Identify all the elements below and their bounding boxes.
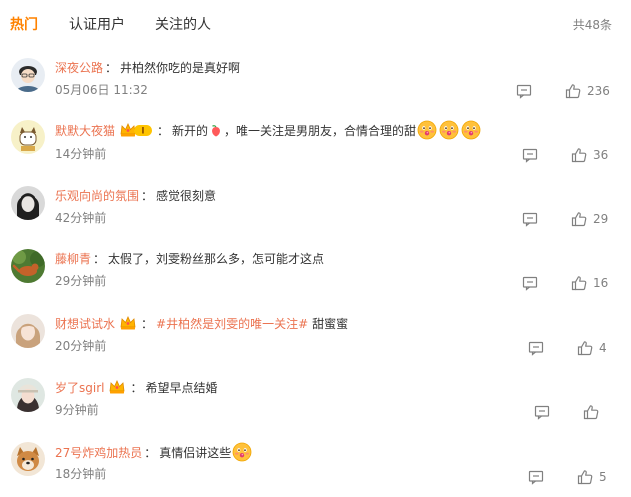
peach-emoji xyxy=(212,125,220,137)
tab-following[interactable]: 关注的人 xyxy=(155,15,211,35)
comment-text: 井柏然你吃的是真好啊 xyxy=(120,61,241,75)
comment-item: 27号炸鸡加热员：真情侣讲这些 18分钟前 5 xyxy=(0,442,631,497)
comment-content: 岁了sgirl ：希望早点结婚 xyxy=(55,378,611,398)
comment-time: 20分钟前 xyxy=(55,339,107,353)
thumbs-up-icon xyxy=(577,340,593,356)
comment-time: 18分钟前 xyxy=(55,467,107,481)
comment-text: 希望早点结婚 xyxy=(145,381,218,395)
comment-text: 太假了，刘雯粉丝那么多，怎可能才这点 xyxy=(108,252,325,266)
comment-content: 深夜公路：井柏然你吃的是真好啊 xyxy=(55,58,611,78)
comment-item: 乐观向尚的氛围：感觉很刻意 42分钟前 29 xyxy=(0,186,631,250)
flushed-face-emoji xyxy=(232,442,252,462)
crown-badge-icon: I xyxy=(120,123,153,137)
comment-content: 默默大夜猫 I ：新开的 ，唯一关注是男朋友，合情合理的甜 xyxy=(55,120,611,140)
tab-hot[interactable]: 热门 xyxy=(10,15,38,35)
tab-verified-users[interactable]: 认证用户 xyxy=(69,15,125,35)
colon: ： xyxy=(141,189,154,203)
thumbs-up-icon xyxy=(571,211,587,227)
username[interactable]: 27号炸鸡加热员 xyxy=(55,446,142,460)
comment-time: 29分钟前 xyxy=(55,274,107,288)
flushed-face-emoji xyxy=(417,120,437,140)
comment-tabs: 热门 认证用户 关注的人 共48条 xyxy=(0,0,631,48)
avatar[interactable] xyxy=(11,58,45,92)
username[interactable]: 深夜公路 xyxy=(55,61,103,75)
comment-content: 乐观向尚的氛围：感觉很刻意 xyxy=(55,186,611,206)
avatar[interactable] xyxy=(11,120,45,154)
comment-text: ，唯一关注是男朋友，合情合理的甜 xyxy=(224,124,417,138)
colon: ： xyxy=(141,317,154,331)
comment-content: 藤柳青：太假了，刘雯粉丝那么多，怎可能才这点 xyxy=(55,249,611,269)
thumbs-up-icon xyxy=(571,275,587,291)
crown-badge-icon xyxy=(108,378,126,396)
colon: ： xyxy=(93,252,106,266)
avatar[interactable] xyxy=(11,378,45,412)
flushed-face-emoji xyxy=(461,120,481,140)
hashtag-link[interactable]: #井柏然是刘雯的唯一关注# xyxy=(156,317,308,331)
colon: ： xyxy=(157,124,170,138)
avatar[interactable] xyxy=(11,249,45,283)
like-count: 29 xyxy=(593,212,609,226)
thumbs-up-icon xyxy=(565,83,581,99)
comment-icon xyxy=(522,275,538,291)
comment-time: 05月06日 11:32 xyxy=(55,83,148,97)
comment-item: 默默大夜猫 I ：新开的 ，唯一关注是男朋友，合情合理的甜 14分钟前 36 xyxy=(0,120,631,184)
reply-button[interactable] xyxy=(528,469,544,485)
like-count: 36 xyxy=(593,148,609,162)
comment-time: 14分钟前 xyxy=(55,147,107,161)
comment-item: 岁了sgirl ：希望早点结婚 9分钟前 xyxy=(0,378,631,442)
comment-text: 甜蜜蜜 xyxy=(312,317,349,331)
avatar[interactable] xyxy=(11,314,45,348)
thumbs-up-icon xyxy=(571,147,587,163)
crown-badge-icon xyxy=(119,314,137,332)
comment-icon xyxy=(522,211,538,227)
reply-button[interactable] xyxy=(528,340,544,356)
like-count: 5 xyxy=(599,470,607,484)
username[interactable]: 岁了sgirl xyxy=(55,381,104,395)
comment-content: 财想试试水 ： #井柏然是刘雯的唯一关注# 甜蜜蜜 xyxy=(55,314,611,334)
like-button[interactable]: 5 xyxy=(577,469,607,485)
comment-text: 感觉很刻意 xyxy=(156,189,217,203)
flushed-face-emoji xyxy=(439,120,459,140)
avatar[interactable] xyxy=(11,442,45,476)
comment-item: 深夜公路：井柏然你吃的是真好啊 05月06日 11:32 236 xyxy=(0,58,631,122)
reply-button[interactable] xyxy=(522,211,538,227)
colon: ： xyxy=(130,381,143,395)
like-button[interactable] xyxy=(583,404,605,420)
reply-button[interactable] xyxy=(516,83,532,99)
like-count: 4 xyxy=(599,341,607,355)
comment-text: 新开的 xyxy=(172,124,209,138)
like-button[interactable]: 236 xyxy=(565,83,610,99)
reply-button[interactable] xyxy=(534,404,550,420)
comment-icon xyxy=(516,83,532,99)
comment-count: 共48条 xyxy=(572,18,612,32)
username[interactable]: 藤柳青 xyxy=(55,252,91,266)
colon: ： xyxy=(144,446,157,460)
reply-button[interactable] xyxy=(522,275,538,291)
comment-content: 27号炸鸡加热员：真情侣讲这些 xyxy=(55,442,611,462)
thumbs-up-icon xyxy=(577,469,593,485)
username[interactable]: 财想试试水 xyxy=(55,317,115,331)
reply-button[interactable] xyxy=(522,147,538,163)
comment-text: 真情侣讲这些 xyxy=(159,446,232,460)
like-button[interactable]: 36 xyxy=(571,147,608,163)
avatar[interactable] xyxy=(11,186,45,220)
comment-time: 9分钟前 xyxy=(55,403,99,417)
comment-item: 藤柳青：太假了，刘雯粉丝那么多，怎可能才这点 29分钟前 16 xyxy=(0,249,631,313)
thumbs-up-icon xyxy=(583,404,599,420)
username[interactable]: 默默大夜猫 xyxy=(55,124,115,138)
colon: ： xyxy=(105,61,118,75)
username[interactable]: 乐观向尚的氛围 xyxy=(55,189,139,203)
svg-text:I: I xyxy=(141,127,144,137)
like-button[interactable]: 29 xyxy=(571,211,608,227)
comment-icon xyxy=(534,404,550,420)
comment-icon xyxy=(522,147,538,163)
like-count: 236 xyxy=(587,84,610,98)
like-button[interactable]: 16 xyxy=(571,275,608,291)
comment-icon xyxy=(528,340,544,356)
comment-icon xyxy=(528,469,544,485)
comment-item: 财想试试水 ： #井柏然是刘雯的唯一关注# 甜蜜蜜 20分钟前 4 xyxy=(0,314,631,378)
like-count: 16 xyxy=(593,276,609,290)
like-button[interactable]: 4 xyxy=(577,340,607,356)
comment-time: 42分钟前 xyxy=(55,211,107,225)
